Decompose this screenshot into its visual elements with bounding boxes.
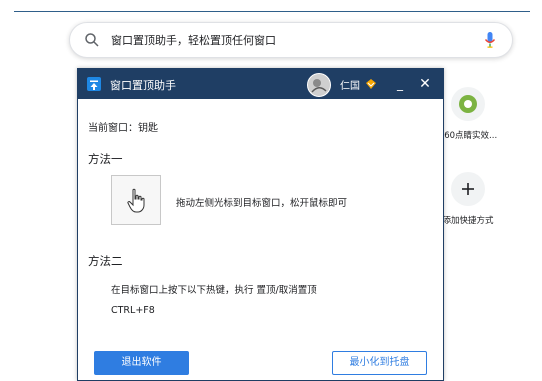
close-button[interactable]: ✕ [418, 76, 432, 92]
microphone-icon[interactable] [484, 31, 496, 49]
minimize-button[interactable]: _ [393, 76, 407, 92]
drag-instruction: 拖动左侧光标到目标窗口，松开鼠标即可 [176, 198, 348, 209]
app-pin-icon [87, 77, 101, 91]
hand-pointer-icon [127, 188, 145, 213]
green-circle-icon [459, 95, 477, 113]
method2-heading: 方法二 [88, 254, 123, 268]
vip-diamond-icon [366, 79, 376, 89]
hotkey-value: CTRL+F8 [111, 305, 155, 316]
plus-icon [462, 183, 474, 195]
search-input[interactable]: 窗口置顶助手，轻松置顶任何窗口 [111, 32, 276, 48]
top-divider [14, 11, 530, 12]
minimize-to-tray-button[interactable]: 最小化到托盘 [332, 351, 427, 375]
hotkey-instruction: 在目标窗口上按下以下热键，执行 置顶/取消置顶 [111, 285, 317, 296]
dialog-title: 窗口置顶助手 [110, 79, 176, 92]
search-bar[interactable]: 窗口置顶助手，轻松置顶任何窗口 [69, 22, 513, 58]
current-window-label: 当前窗口：钥匙 [88, 123, 158, 134]
exit-button[interactable]: 退出软件 [94, 351, 189, 375]
shortcut-icon-bg [451, 87, 485, 121]
shortcut-icon-bg [451, 172, 485, 206]
avatar[interactable] [307, 73, 331, 97]
search-icon [85, 33, 99, 47]
username[interactable]: 仁国 [340, 77, 360, 92]
pin-window-dialog: 窗口置顶助手 仁国 _ ✕ 当前窗口：钥匙 方法一 拖动左侧光标到目标窗口，松开… [77, 68, 444, 381]
dialog-titlebar[interactable]: 窗口置顶助手 仁国 _ ✕ [78, 69, 443, 99]
method1-heading: 方法一 [88, 152, 123, 166]
drag-cursor-target[interactable] [111, 175, 161, 225]
